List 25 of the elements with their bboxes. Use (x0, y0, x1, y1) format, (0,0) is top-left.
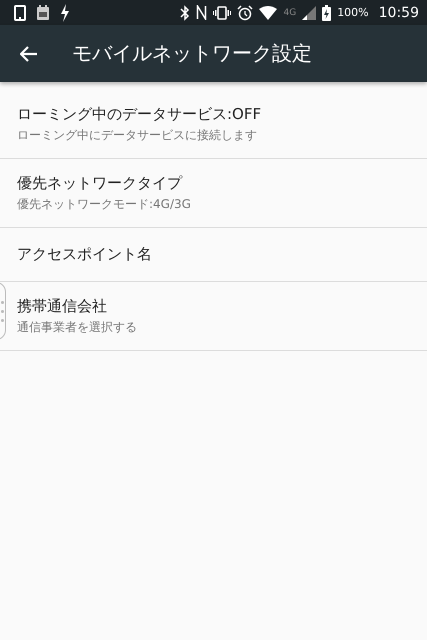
clock-time: 10:59 (378, 4, 419, 20)
phone-icon (14, 4, 26, 20)
screen-title: モバイルネットワーク設定 (72, 40, 312, 67)
nfc-icon (196, 5, 208, 20)
battery-percent: 100% (337, 6, 369, 19)
flash-icon (60, 4, 70, 22)
signal-icon (302, 6, 316, 20)
settings-item[interactable]: ローミング中のデータサービス:OFF ローミング中にデータサービスに接続します (0, 90, 427, 159)
setting-title: ローミング中のデータサービス:OFF (17, 104, 262, 124)
bluetooth-icon (180, 4, 190, 20)
alarm-icon (237, 4, 254, 20)
settings-item[interactable]: アクセスポイント名 (0, 228, 427, 282)
battery-icon (322, 4, 332, 20)
setting-summary: ローミング中にデータサービスに接続します (17, 126, 258, 144)
vibrate-icon (213, 6, 232, 20)
back-arrow-icon (20, 46, 38, 62)
setting-summary: 通信事業者を選択する (17, 318, 138, 336)
setting-title: アクセスポイント名 (17, 245, 153, 264)
calendar-icon (36, 4, 50, 20)
setting-title: 携帯通信会社 (17, 296, 108, 316)
settings-item[interactable]: 優先ネットワークタイプ 優先ネットワークモード:4G/3G (0, 159, 427, 228)
setting-summary: 優先ネットワークモード:4G/3G (17, 196, 192, 212)
network-type-label: 4G (283, 8, 296, 18)
wifi-icon (259, 6, 278, 20)
setting-title: 優先ネットワークタイプ (17, 174, 184, 192)
